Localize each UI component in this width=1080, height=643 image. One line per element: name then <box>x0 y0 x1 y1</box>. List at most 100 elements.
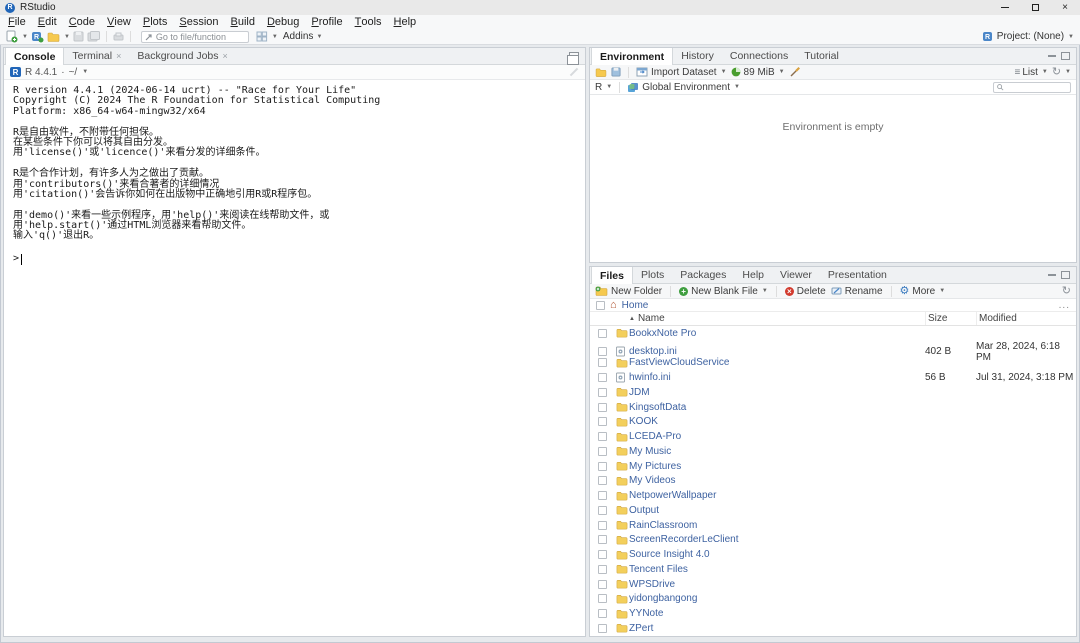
menu-edit[interactable]: Edit <box>32 15 63 29</box>
folder-link[interactable]: RainClassroom <box>629 520 925 531</box>
tab-presentation[interactable]: Presentation <box>820 267 895 283</box>
file-link[interactable]: desktop.ini <box>629 346 925 357</box>
env-refresh-button[interactable]: ↻ ▼ <box>1052 67 1071 77</box>
console-prompt[interactable]: > <box>13 253 585 265</box>
pane-layout-button[interactable] <box>256 30 268 43</box>
file-checkbox[interactable] <box>598 358 607 367</box>
file-checkbox[interactable] <box>598 476 607 485</box>
new-folder-button[interactable]: New Folder <box>595 286 662 297</box>
minimize-pane-icon[interactable] <box>1048 274 1056 276</box>
file-checkbox[interactable] <box>598 462 607 471</box>
folder-link[interactable]: ZPert <box>629 623 925 634</box>
folder-link[interactable]: NetpowerWallpaper <box>629 490 925 501</box>
new-project-button[interactable]: R <box>31 30 44 43</box>
maximize-button[interactable] <box>1020 0 1050 15</box>
folder-link[interactable]: My Videos <box>629 475 925 486</box>
file-checkbox[interactable] <box>598 432 607 441</box>
more-button[interactable]: ⚙ More ▼ <box>900 286 946 297</box>
delete-button[interactable]: × Delete <box>785 286 826 297</box>
console-output[interactable]: R version 4.4.1 (2024-06-14 ucrt) -- "Ra… <box>4 80 585 636</box>
sort-by-name-header[interactable]: ▲ Name <box>629 313 925 324</box>
tab-files[interactable]: Files <box>591 267 633 284</box>
goto-file-function-input[interactable] <box>156 32 244 42</box>
menu-code[interactable]: Code <box>63 15 101 29</box>
modified-column-header[interactable]: Modified <box>976 312 1076 325</box>
menu-debug[interactable]: Debug <box>261 15 305 29</box>
file-link[interactable]: hwinfo.ini <box>629 372 925 383</box>
tab-terminal[interactable]: Terminal× <box>64 48 129 64</box>
import-dataset-button[interactable]: Import Dataset ▼ <box>636 67 727 78</box>
breadcrumb-home-link[interactable]: Home <box>622 300 649 311</box>
file-checkbox[interactable] <box>598 580 607 589</box>
folder-link[interactable]: Source Insight 4.0 <box>629 549 925 560</box>
menu-session[interactable]: Session <box>173 15 224 29</box>
folder-link[interactable]: My Pictures <box>629 461 925 472</box>
save-workspace-button[interactable] <box>611 66 621 79</box>
tab-environment[interactable]: Environment <box>591 48 673 65</box>
folder-link[interactable]: YYNote <box>629 608 925 619</box>
file-checkbox[interactable] <box>598 491 607 500</box>
env-language-selector[interactable]: R ▼ <box>595 82 612 93</box>
save-button[interactable] <box>73 30 84 43</box>
folder-link[interactable]: KOOK <box>629 416 925 427</box>
folder-link[interactable]: BookxNote Pro <box>629 328 925 339</box>
menu-file[interactable]: File <box>2 15 32 29</box>
file-checkbox[interactable] <box>598 594 607 603</box>
tab-background-jobs[interactable]: Background Jobs× <box>129 48 235 64</box>
global-environment-selector[interactable]: Global Environment ▼ <box>627 82 740 93</box>
tab-help[interactable]: Help <box>734 267 772 283</box>
file-checkbox[interactable] <box>598 347 607 356</box>
close-tab-icon[interactable]: × <box>223 51 228 61</box>
folder-link[interactable]: WPSDrive <box>629 579 925 590</box>
file-checkbox[interactable] <box>598 565 607 574</box>
minimize-button[interactable] <box>990 0 1020 15</box>
tab-connections[interactable]: Connections <box>722 48 796 64</box>
open-file-dropdown[interactable]: ▼ <box>64 34 70 40</box>
tab-tutorial[interactable]: Tutorial <box>796 48 847 64</box>
pane-restore-icon[interactable] <box>569 52 579 60</box>
new-blank-file-button[interactable]: + New Blank File ▼ <box>679 286 768 297</box>
console-dir-dropdown-icon[interactable]: ▼ <box>82 69 88 75</box>
memory-usage-button[interactable]: 89 MiB ▼ <box>731 67 785 78</box>
tab-packages[interactable]: Packages <box>672 267 734 283</box>
file-checkbox[interactable] <box>598 388 607 397</box>
folder-link[interactable]: LCEDA-Pro <box>629 431 925 442</box>
folder-link[interactable]: JDM <box>629 387 925 398</box>
menu-view[interactable]: View <box>101 15 137 29</box>
file-checkbox[interactable] <box>598 624 607 633</box>
folder-link[interactable]: My Music <box>629 446 925 457</box>
save-all-button[interactable] <box>87 30 100 43</box>
file-checkbox[interactable] <box>598 609 607 618</box>
tab-viewer[interactable]: Viewer <box>772 267 820 283</box>
breadcrumb-ellipsis[interactable]: ... <box>1059 300 1070 311</box>
console-working-dir[interactable]: ~/ <box>69 67 78 78</box>
file-checkbox[interactable] <box>598 403 607 412</box>
rename-button[interactable]: Rename <box>831 286 883 297</box>
folder-link[interactable]: Tencent Files <box>629 564 925 575</box>
addins-button[interactable]: Addins ▼ <box>281 31 325 42</box>
close-button[interactable]: × <box>1050 0 1080 15</box>
new-file-dropdown[interactable]: ▼ <box>22 34 28 40</box>
new-file-button[interactable] <box>6 30 18 43</box>
folder-link[interactable]: FastViewCloudService <box>629 357 925 368</box>
menu-profile[interactable]: Profile <box>305 15 348 29</box>
maximize-pane-icon[interactable] <box>1061 271 1070 279</box>
env-view-mode-button[interactable]: ≡ List ▼ <box>1014 67 1047 78</box>
pane-layout-dropdown[interactable]: ▼ <box>272 34 278 40</box>
minimize-pane-icon[interactable] <box>1048 55 1056 57</box>
menu-tools[interactable]: Tools <box>349 15 388 29</box>
tab-history[interactable]: History <box>673 48 722 64</box>
folder-link[interactable]: ScreenRecorderLeClient <box>629 534 925 545</box>
folder-link[interactable]: Output <box>629 505 925 516</box>
folder-link[interactable]: KingsoftData <box>629 402 925 413</box>
file-checkbox[interactable] <box>598 447 607 456</box>
clear-objects-button[interactable] <box>789 66 801 79</box>
file-checkbox[interactable] <box>598 535 607 544</box>
menu-build[interactable]: Build <box>225 15 261 29</box>
size-column-header[interactable]: Size <box>925 312 976 325</box>
folder-link[interactable]: yidongbangong <box>629 593 925 604</box>
file-checkbox[interactable] <box>598 506 607 515</box>
files-refresh-button[interactable]: ↻ <box>1062 286 1071 296</box>
tab-plots[interactable]: Plots <box>633 267 672 283</box>
file-checkbox[interactable] <box>598 550 607 559</box>
